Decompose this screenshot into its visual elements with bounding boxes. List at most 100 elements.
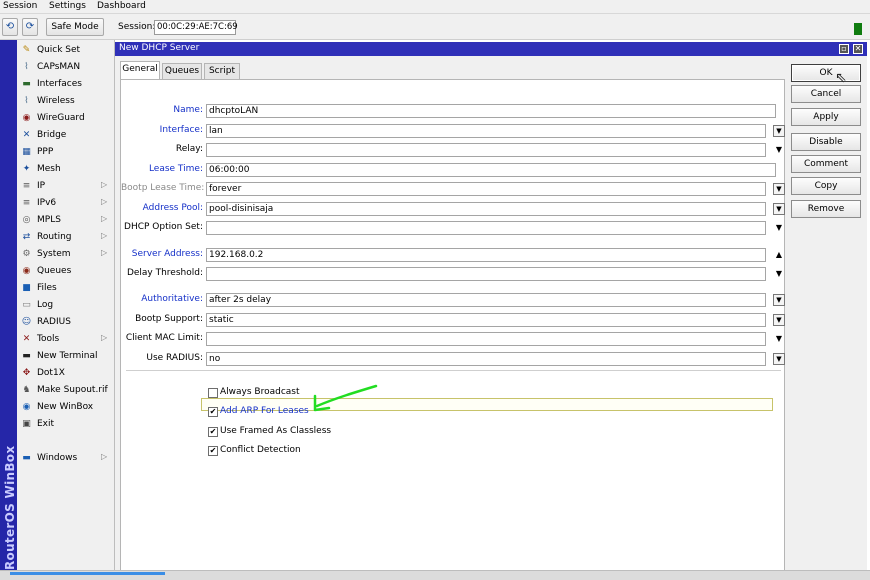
bootp-lease-time-field[interactable]: forever — [206, 182, 766, 196]
sidebar-item-label: Windows — [37, 453, 78, 463]
safe-mode-button[interactable]: Safe Mode — [46, 18, 104, 36]
use-framed-as-classless-checkmark-icon: ✔ — [209, 427, 217, 436]
disable-button[interactable]: Disable — [791, 133, 861, 151]
sidebar-item-quick-set[interactable]: ✎ Quick Set — [17, 42, 115, 59]
use-radius-dropdown-icon[interactable]: ▼ — [773, 353, 785, 365]
winbox-window: Session Settings Dashboard ⟲ ⟳ Safe Mode… — [0, 0, 870, 580]
address-pool-dropdown-icon[interactable]: ▼ — [773, 203, 785, 215]
cancel-button[interactable]: Cancel — [791, 85, 861, 103]
redo-icon: ⟳ — [25, 21, 35, 32]
ppp-icon: ▦ — [22, 147, 31, 157]
client-mac-limit-field[interactable] — [206, 332, 766, 346]
sidebar-item-mesh[interactable]: ✦ Mesh — [17, 161, 115, 178]
sidebar-item-capsman[interactable]: ⌇ CAPsMAN — [17, 59, 115, 76]
sidebar-item-label: IP — [37, 181, 46, 191]
use-framed-as-classless-checkbox[interactable]: ✔ — [208, 427, 218, 437]
mpls-icon: ◎ — [22, 215, 31, 225]
submenu-arrow-icon: ▷ — [101, 180, 108, 189]
comment-button[interactable]: Comment — [791, 155, 861, 173]
authoritative-field[interactable]: after 2s delay — [206, 293, 766, 307]
always-broadcast-checkbox[interactable] — [208, 388, 218, 398]
interface-dropdown-icon[interactable]: ▼ — [773, 125, 785, 137]
client-mac-limit-label: Client MAC Limit: — [125, 333, 203, 343]
sidebar-item-mpls[interactable]: ◎ MPLS ▷ — [17, 212, 115, 229]
menu-settings[interactable]: Settings — [49, 1, 86, 11]
sidebar-item-routing[interactable]: ⇄ Routing ▷ — [17, 229, 115, 246]
add-arp-for-leases-checkbox[interactable]: ✔ — [208, 407, 218, 417]
use-radius-field[interactable]: no — [206, 352, 766, 366]
dialog-title-bar[interactable]: New DHCP Server ▫ ✕ — [115, 42, 867, 56]
sidebar-item-bridge[interactable]: ✕ Bridge — [17, 127, 115, 144]
restore-icon[interactable]: ▫ — [839, 44, 849, 54]
menu-session[interactable]: Session — [3, 1, 37, 11]
use-framed-as-classless-label: Use Framed As Classless — [220, 426, 332, 436]
sidebar-item-system[interactable]: ⚙ System ▷ — [17, 246, 115, 263]
interface-field[interactable]: lan — [206, 124, 766, 138]
use-radius-label: Use RADIUS: — [146, 353, 203, 363]
bootp-lease-time-dropdown-icon[interactable]: ▼ — [773, 183, 785, 195]
sidebar-item-ip[interactable]: ≡ IP ▷ — [17, 178, 115, 195]
bootp-support-field[interactable]: static — [206, 313, 766, 327]
lease-time-field[interactable]: 06:00:00 — [206, 163, 776, 177]
sidebar-item-wireless[interactable]: ⌇ Wireless — [17, 93, 115, 110]
bootp-support-label: Bootp Support: — [135, 314, 203, 324]
remove-button[interactable]: Remove — [791, 200, 861, 218]
dhcp-option-set-expand-icon[interactable]: ▼ — [773, 222, 785, 234]
tab-queues[interactable]: Queues — [162, 63, 202, 79]
sidebar-item-label: Make Supout.rif — [37, 385, 108, 395]
sidebar-item-queues[interactable]: ◉ Queues — [17, 263, 115, 280]
sidebar-item-interfaces[interactable]: ▬ Interfaces — [17, 76, 115, 93]
sidebar-item-windows[interactable]: ▬ Windows ▷ — [17, 450, 115, 467]
ok-button[interactable]: OK — [791, 64, 861, 82]
tab-script[interactable]: Script — [204, 63, 240, 79]
client-mac-limit-expand-icon[interactable]: ▼ — [773, 333, 785, 345]
sidebar-item-label: PPP — [37, 147, 54, 157]
address-pool-field[interactable]: pool-disinisaja — [206, 202, 766, 216]
authoritative-dropdown-icon[interactable]: ▼ — [773, 294, 785, 306]
sidebar-item-ipv6[interactable]: ≡ IPv6 ▷ — [17, 195, 115, 212]
sidebar-item-exit[interactable]: ▣ Exit — [17, 416, 115, 433]
sidebar-item-ppp[interactable]: ▦ PPP — [17, 144, 115, 161]
tools-icon: ✕ — [22, 334, 31, 344]
sidebar-item-tools[interactable]: ✕ Tools ▷ — [17, 331, 115, 348]
sidebar-item-dot1x[interactable]: ✥ Dot1X — [17, 365, 115, 382]
relay-label: Relay: — [175, 144, 203, 154]
relay-expand-icon[interactable]: ▼ — [773, 144, 785, 156]
menu-bar: Session Settings Dashboard — [0, 0, 870, 14]
sidebar-item-make-supout-rif[interactable]: ♞ Make Supout.rif — [17, 382, 115, 399]
redo-button[interactable]: ⟳ — [22, 18, 38, 36]
dhcp-option-set-label: DHCP Option Set: — [124, 222, 203, 232]
interfaces-icon: ▬ — [22, 79, 31, 89]
delay-threshold-expand-icon[interactable]: ▼ — [773, 268, 785, 280]
add-arp-for-leases-checkmark-icon: ✔ — [209, 407, 217, 416]
dhcp-option-set-field[interactable] — [206, 221, 766, 235]
queues-icon: ◉ — [22, 266, 31, 276]
submenu-arrow-icon: ▷ — [101, 248, 108, 257]
sidebar-item-label: Bridge — [37, 130, 67, 140]
submenu-arrow-icon: ▷ — [101, 452, 108, 461]
sidebar-item-radius[interactable]: ☺ RADIUS — [17, 314, 115, 331]
server-address-field[interactable]: 192.168.0.2 — [206, 248, 766, 262]
bootp-support-dropdown-icon[interactable]: ▼ — [773, 314, 785, 326]
sidebar-item-new-winbox[interactable]: ◉ New WinBox — [17, 399, 115, 416]
tab-general[interactable]: General — [120, 61, 160, 79]
undo-button[interactable]: ⟲ — [2, 18, 18, 36]
name-field[interactable]: dhcptoLAN — [206, 104, 776, 118]
menu-dashboard[interactable]: Dashboard — [97, 1, 146, 11]
conflict-detection-checkbox[interactable]: ✔ — [208, 446, 218, 456]
relay-field[interactable] — [206, 143, 766, 157]
ip-icon: ≡ — [22, 181, 31, 191]
sidebar-item-wireguard[interactable]: ◉ WireGuard — [17, 110, 115, 127]
session-field[interactable]: 00:0C:29:AE:7C:69 — [154, 20, 238, 35]
new-winbox-icon: ◉ — [22, 402, 31, 412]
close-icon[interactable]: ✕ — [853, 44, 863, 54]
mesh-icon: ✦ — [22, 164, 31, 174]
sidebar-item-new-terminal[interactable]: ▬ New Terminal — [17, 348, 115, 365]
apply-button[interactable]: Apply — [791, 108, 861, 126]
copy-button[interactable]: Copy — [791, 177, 861, 195]
sidebar: ✎ Quick Set ⌇ CAPsMAN ▬ Interfaces ⌇ Wireless ◉ W… — [17, 40, 115, 570]
delay-threshold-field[interactable] — [206, 267, 766, 281]
sidebar-item-files[interactable]: ■ Files — [17, 280, 115, 297]
server-address-collapse-icon[interactable]: ▲ — [773, 249, 785, 261]
sidebar-item-log[interactable]: ▭ Log — [17, 297, 115, 314]
